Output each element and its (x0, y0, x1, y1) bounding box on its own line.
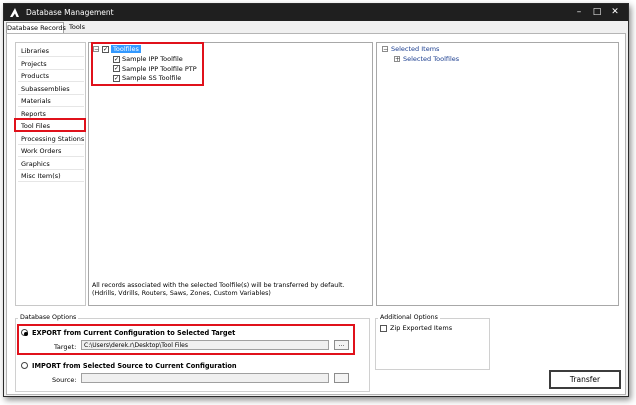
selected-toolfiles-expand-toggle[interactable]: + (394, 55, 400, 62)
record-type-list: Libraries Projects Products Subassemblie… (15, 42, 86, 306)
import-radio[interactable] (21, 362, 28, 369)
nav-item-processing-stations[interactable]: Processing Stations (18, 133, 84, 145)
nav-item-libraries[interactable]: Libraries (18, 45, 84, 57)
tab-database-records[interactable]: Database Records (6, 22, 66, 33)
tab-strip: Database Records Tools (4, 21, 628, 33)
minimize-button[interactable]: – (573, 6, 585, 18)
nav-item-subassemblies[interactable]: Subassemblies (18, 83, 84, 95)
main-content: Libraries Projects Products Subassemblie… (6, 33, 626, 395)
selected-toolfiles-node[interactable]: Selected Toolfiles (403, 55, 459, 64)
transfer-note-line-1: All records associated with the selected… (92, 282, 345, 289)
nav-item-graphics[interactable]: Graphics (18, 158, 84, 170)
zip-exported-checkbox[interactable] (380, 325, 387, 332)
nav-item-products[interactable]: Products (18, 70, 84, 82)
maximize-icon: □ (592, 7, 602, 17)
close-button[interactable]: ✕ (609, 6, 621, 18)
export-highlight (17, 324, 355, 355)
transfer-note: All records associated with the selected… (92, 282, 344, 298)
database-options-label: Database Options (18, 314, 79, 321)
selected-items-collapse-toggle[interactable]: − (382, 46, 388, 53)
source-label: Source: (52, 375, 77, 384)
nav-item-work-orders[interactable]: Work Orders (18, 145, 84, 157)
tool-files-highlight (14, 118, 86, 132)
nav-item-materials[interactable]: Materials (18, 95, 84, 107)
title-bar[interactable]: Database Management – □ ✕ (4, 4, 628, 21)
toolfiles-highlight (91, 42, 204, 86)
transfer-button[interactable]: Transfer (549, 370, 621, 389)
app-logo-icon (10, 8, 19, 17)
nav-item-misc-items[interactable]: Misc Item(s) (18, 170, 84, 182)
source-path-field[interactable] (81, 373, 329, 383)
database-management-window: Database Management – □ ✕ Database Recor… (3, 3, 629, 397)
close-icon: ✕ (611, 7, 619, 17)
selected-items-tree: − Selected Items + Selected Toolfiles (376, 42, 619, 306)
import-option-label[interactable]: IMPORT from Selected Source to Current C… (32, 362, 237, 370)
minimize-icon: – (576, 7, 582, 17)
zip-exported-label[interactable]: Zip Exported Items (390, 324, 452, 333)
nav-item-projects[interactable]: Projects (18, 58, 84, 70)
maximize-button[interactable]: □ (591, 6, 603, 18)
tab-tools[interactable]: Tools (67, 22, 87, 33)
source-browse-button[interactable] (334, 373, 349, 383)
additional-options-label: Additional Options (378, 314, 440, 321)
selected-items-root-node[interactable]: Selected Items (391, 45, 439, 54)
window-title: Database Management (26, 8, 114, 17)
transfer-note-line-2: (Hdrills, Vdrills, Routers, Saws, Zones,… (92, 290, 271, 297)
